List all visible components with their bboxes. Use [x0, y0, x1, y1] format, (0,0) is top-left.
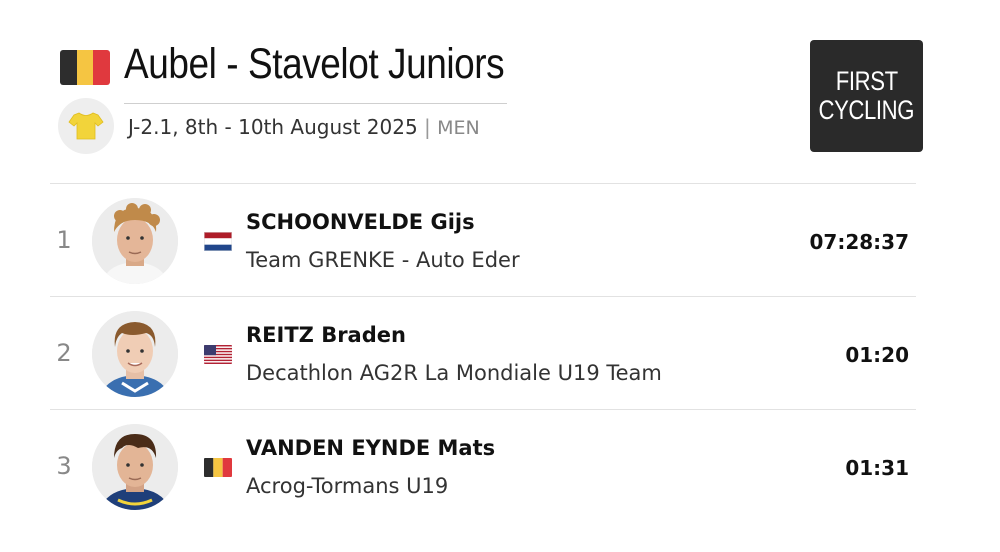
position: 2 — [56, 339, 72, 367]
finish-time: 07:28:37 — [809, 230, 910, 254]
netherlands-flag-icon — [204, 232, 232, 251]
belgium-flag-icon — [204, 458, 232, 477]
yellow-jersey-icon — [58, 98, 114, 154]
result-row-3[interactable]: 3 VANDEN EYNDE Mats Acrog-Tormans U19 01… — [50, 409, 916, 522]
finish-time: 01:20 — [845, 343, 909, 367]
result-row-1[interactable]: 1 SCHOONVELDE Gijs Team GRENKE - Auto Ed… — [50, 183, 916, 296]
race-dates: J-2.1, 8th - 10th August 2025 — [128, 115, 418, 139]
rider-name[interactable]: VANDEN EYNDE Mats — [246, 436, 495, 460]
title-divider — [124, 103, 507, 104]
results-list: 1 SCHOONVELDE Gijs Team GRENKE - Auto Ed… — [50, 183, 916, 522]
rider-name[interactable]: REITZ Braden — [246, 323, 406, 347]
position: 1 — [56, 226, 72, 254]
race-separator: | — [424, 115, 431, 139]
result-row-2[interactable]: 2 REITZ Braden Decathlon AG2R La Mondial… — [50, 296, 916, 409]
team-name[interactable]: Acrog-Tormans U19 — [246, 474, 448, 498]
rider-avatar — [92, 311, 178, 397]
rider-avatar — [92, 424, 178, 510]
united-states-flag-icon — [204, 345, 232, 364]
position: 3 — [56, 452, 72, 480]
firstcycling-logo[interactable]: FIRST CYCLING — [810, 40, 923, 152]
logo-line-2: CYCLING — [818, 95, 915, 125]
finish-time: 01:31 — [845, 456, 909, 480]
rider-name[interactable]: SCHOONVELDE Gijs — [246, 210, 475, 234]
race-header: Aubel - Stavelot Juniors J-2.1, 8th - 10… — [0, 0, 1000, 183]
rider-avatar — [92, 198, 178, 284]
team-name[interactable]: Decathlon AG2R La Mondiale U19 Team — [246, 361, 662, 385]
team-name[interactable]: Team GRENKE - Auto Eder — [246, 248, 520, 272]
race-title[interactable]: Aubel - Stavelot Juniors — [124, 40, 505, 89]
race-details: J-2.1, 8th - 10th August 2025 | MEN — [128, 115, 480, 139]
race-category: MEN — [437, 117, 480, 139]
logo-line-1: FIRST — [835, 66, 898, 96]
belgium-flag-icon — [60, 50, 110, 85]
